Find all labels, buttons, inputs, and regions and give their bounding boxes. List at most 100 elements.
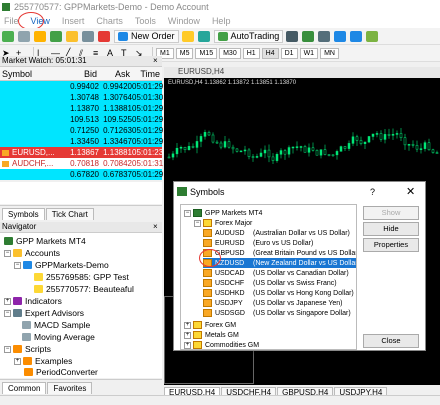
symbol-item-usdhkd[interactable]: USDHKD (US Dollar vs Hong Kong Dollar) [203, 288, 354, 298]
candle-body [375, 133, 379, 135]
dialog-close-icon[interactable]: ✕ [406, 185, 415, 198]
tree-group-commodities-gm[interactable]: + Commodities GM [184, 340, 259, 349]
properties-button[interactable]: Properties [363, 238, 419, 252]
timeframe-h1[interactable]: H1 [242, 47, 260, 59]
symbol-item-usdcad[interactable]: USDCAD (US Dollar vs Canadian Dollar) [203, 268, 349, 278]
col-ask[interactable]: Ask [99, 67, 132, 80]
nav-account-2[interactable]: 255770577: Beauteaful [34, 284, 134, 294]
nav-server[interactable]: − GPPMarkets-Demo [14, 260, 109, 270]
nav-accounts[interactable]: − Accounts [4, 248, 60, 258]
symbol-item-usdjpy[interactable]: USDJPY (US Dollar vs Japanese Yen) [203, 298, 343, 308]
menu-help[interactable]: Help [212, 16, 231, 26]
profiles-icon[interactable] [18, 30, 30, 42]
timeframe-mn[interactable]: MN [320, 47, 339, 59]
menu-insert[interactable]: Insert [62, 16, 85, 26]
nav-script-periodconverter[interactable]: PeriodConverter [24, 367, 98, 377]
close-button[interactable]: Close [363, 334, 419, 348]
collapse-icon[interactable]: − [194, 219, 201, 227]
market-watch-row[interactable]: 1.13870 1.13881 05:01:29 [0, 103, 163, 114]
symbol-item-audusd[interactable]: AUDUSD (Australian Dollar vs US Dollar) [203, 228, 350, 238]
symbol-item-usdchf[interactable]: USDCHF (US Dollar vs Swiss Franc) [203, 278, 337, 288]
symbol-item-nzdusd[interactable]: NZDUSD (New Zealand Dollar vs US Dollar) [203, 258, 356, 268]
col-symbol[interactable]: Symbol [0, 67, 66, 80]
market-watch-row[interactable]: 0.99402 0.99420 05:01:29 [0, 81, 163, 92]
tab-common[interactable]: Common [2, 382, 47, 394]
market-watch-row[interactable]: 109.513 109.525 05:01:29 [0, 114, 163, 125]
help-button[interactable]: ? [370, 187, 375, 197]
nav-ea-macd[interactable]: MACD Sample [22, 320, 90, 330]
menu-file[interactable]: File [4, 16, 19, 26]
new-chart-icon[interactable] [2, 30, 14, 42]
collapse-icon[interactable]: − [184, 209, 191, 217]
tree-group-forex-major[interactable]: − Forex Major [194, 218, 252, 228]
timeframe-h4[interactable]: H4 [261, 47, 279, 59]
nav-indicators[interactable]: + Indicators [4, 296, 62, 306]
timeframe-m30[interactable]: M30 [219, 47, 241, 59]
zoom-in-icon[interactable] [334, 30, 347, 42]
tree-group-forex-gm[interactable]: + Forex GM [184, 320, 236, 330]
market-watch-row[interactable]: 1.33450 1.33467 05:01:29 [0, 136, 163, 147]
nav-server-label: GPPMarkets-Demo [35, 260, 109, 270]
collapse-icon[interactable]: − [4, 249, 11, 257]
symbol-item-usdsgd[interactable]: USDSGD (US Dollar vs Singapore Dollar) [203, 308, 351, 318]
market-watch-row[interactable]: 1.30748 1.30764 05:01:30 [0, 92, 163, 103]
market-watch-row[interactable]: AUDCHF,... 0.70818 0.70842 05:01:31 [0, 158, 163, 169]
tab-tick-chart[interactable]: Tick Chart [45, 208, 94, 220]
strategy-tester-icon[interactable] [98, 30, 110, 42]
timeframe-m15[interactable]: M15 [195, 47, 218, 59]
row-symbol-text: AUDCHF,... [12, 159, 54, 168]
market-watch-row[interactable]: 0.71250 0.71263 05:01:29 [0, 125, 163, 136]
market-watch-row[interactable]: 0.67820 0.67837 05:01:29 [0, 169, 163, 180]
navigator-icon[interactable] [66, 30, 78, 42]
expand-icon[interactable]: + [4, 297, 11, 305]
menu-window[interactable]: Window [168, 16, 200, 26]
nav-ea-moving-average[interactable]: Moving Average [22, 332, 95, 342]
nav-root[interactable]: GPP Markets MT4 [4, 236, 86, 246]
tab-symbols[interactable]: Symbols [2, 208, 45, 220]
market-watch-close-icon[interactable]: × [153, 56, 158, 65]
terminal-icon[interactable] [82, 30, 94, 42]
data-window-icon[interactable] [50, 30, 62, 42]
tree-root[interactable]: − GPP Markets MT4 [184, 208, 262, 218]
navigator-close-icon[interactable]: × [153, 222, 158, 231]
new-order-button[interactable]: New Order [114, 29, 179, 43]
nav-account-1[interactable]: 255769585: GPP Test [34, 272, 129, 282]
new-order-icon [118, 31, 128, 41]
candle-body [347, 143, 351, 149]
tab-favorites[interactable]: Favorites [47, 382, 93, 394]
zoom-out-icon[interactable] [350, 30, 363, 42]
hide-button[interactable]: Hide [363, 222, 419, 236]
bar-chart-icon[interactable] [286, 30, 299, 42]
expand-icon[interactable]: + [184, 341, 191, 349]
expand-icon[interactable]: + [184, 331, 191, 339]
tree-group-metals-gm[interactable]: + Metals GM [184, 330, 239, 340]
symbol-item-eurusd[interactable]: EURUSD (Euro vs US Dollar) [203, 238, 313, 248]
timeframe-m5[interactable]: M5 [175, 47, 194, 59]
expand-icon[interactable]: + [14, 357, 21, 365]
nav-scripts[interactable]: − Scripts [4, 344, 51, 354]
line-chart-icon[interactable] [318, 30, 331, 42]
menu-charts[interactable]: Charts [96, 16, 123, 26]
symbol-item-gbpusd[interactable]: GBPUSD (Great Britain Pound vs US Dollar) [203, 248, 356, 258]
timeframe-d1[interactable]: D1 [280, 47, 298, 59]
candle-body [291, 146, 295, 149]
autotrading-button[interactable]: AutoTrading [213, 29, 284, 43]
row-bid: 1.33450 [70, 137, 99, 146]
collapse-icon[interactable]: − [4, 309, 11, 317]
tile-windows-icon[interactable] [366, 30, 379, 42]
collapse-icon[interactable]: − [4, 345, 11, 353]
collapse-icon[interactable]: − [14, 261, 21, 269]
timeframe-w1[interactable]: W1 [299, 47, 319, 59]
expand-icon[interactable]: + [184, 321, 191, 329]
signals-icon[interactable] [197, 30, 210, 42]
nav-expert-advisors[interactable]: − Expert Advisors [4, 308, 84, 318]
menu-tools[interactable]: Tools [135, 16, 156, 26]
col-bid[interactable]: Bid [66, 67, 99, 80]
market-watch-row[interactable]: EURUSD,... 1.13867 1.13881 05:01:23 [0, 147, 163, 158]
col-time[interactable]: Time [132, 67, 162, 80]
candles-icon[interactable] [302, 30, 315, 42]
metaeditor-icon[interactable] [181, 30, 194, 42]
show-button[interactable]: Show [363, 206, 419, 220]
market-watch-icon[interactable] [34, 30, 46, 42]
nav-script-examples[interactable]: + Examples [14, 356, 72, 366]
